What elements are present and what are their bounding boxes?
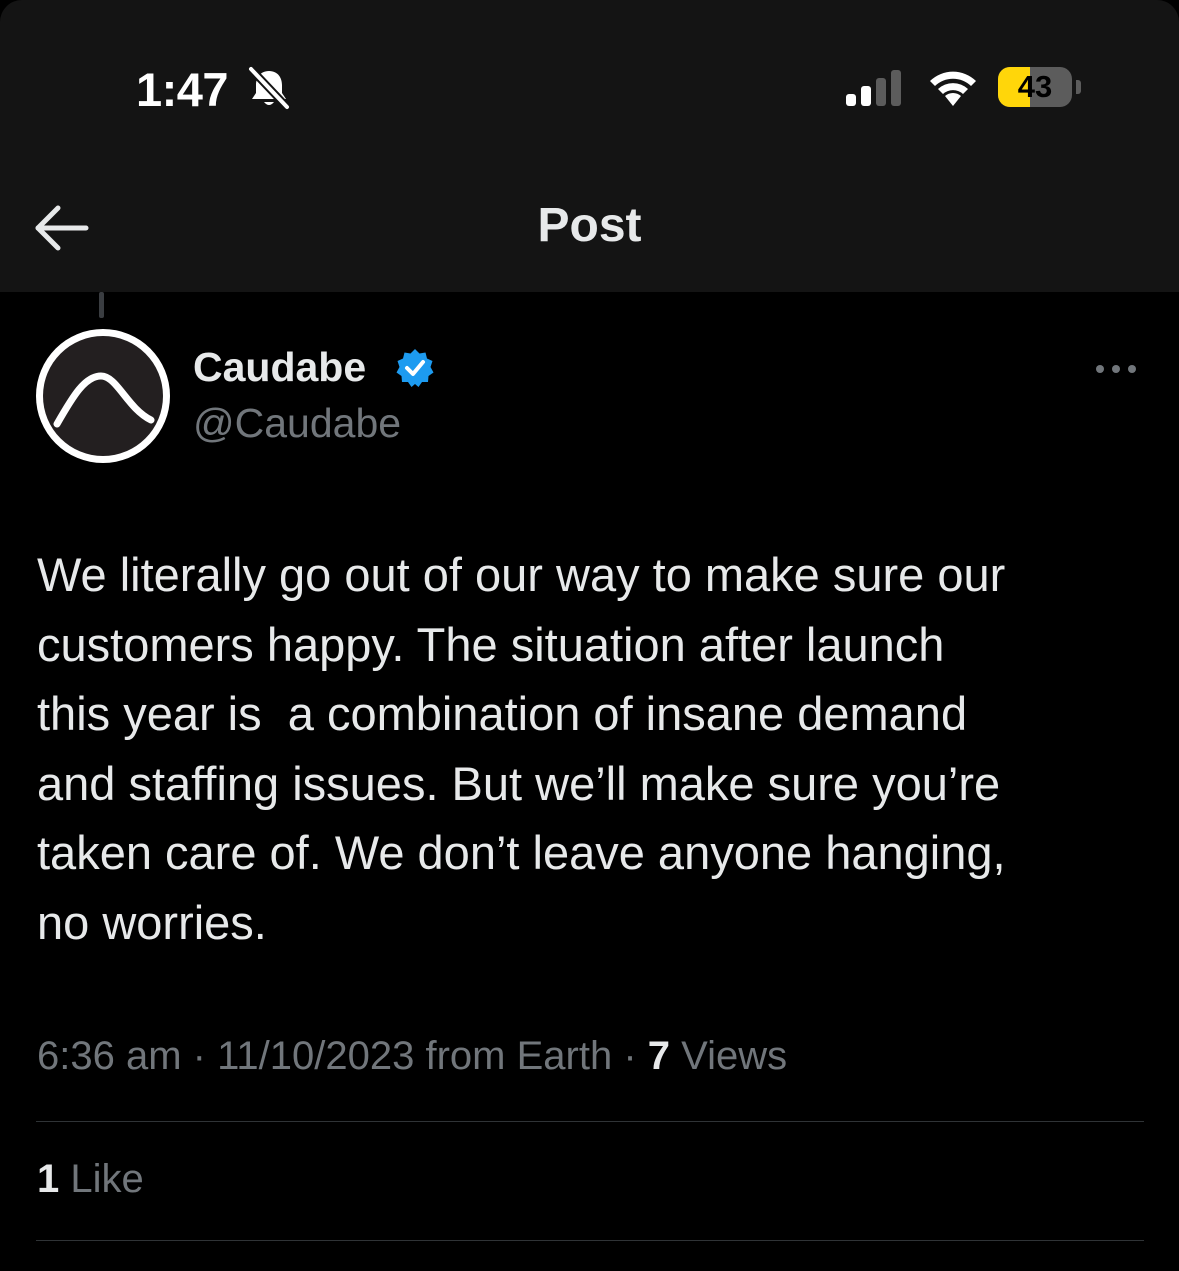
avatar[interactable]: [36, 329, 170, 463]
battery-icon: 43: [998, 67, 1081, 107]
likes-count[interactable]: 1: [37, 1157, 59, 1201]
divider: [36, 1121, 1144, 1122]
page-title: Post: [537, 199, 642, 252]
battery-level: 43: [1017, 69, 1053, 104]
meta-separator: ·: [192, 1034, 206, 1078]
post-text: We literally go out of our way to make s…: [37, 548, 1006, 949]
wifi-icon: [930, 71, 976, 106]
likes-label[interactable]: Like: [70, 1157, 143, 1201]
author-handle[interactable]: @Caudabe: [193, 400, 401, 447]
post-metadata: 6:36 am · 11/10/2023 from Earth · 7 View…: [37, 1034, 787, 1079]
views-label[interactable]: Views: [681, 1034, 787, 1078]
thread-connector: [99, 292, 104, 318]
views-count[interactable]: 7: [648, 1034, 670, 1078]
likes-stat[interactable]: 1 Like: [37, 1157, 144, 1202]
post-source: from Earth: [425, 1034, 613, 1078]
cellular-signal-icon: [846, 70, 901, 106]
bell-slash-icon: [247, 66, 291, 110]
post-time[interactable]: 6:36 am: [37, 1034, 182, 1078]
author-display-name[interactable]: Caudabe: [193, 344, 366, 391]
caudabe-logo-icon: [53, 372, 155, 428]
more-options-icon[interactable]: [1092, 356, 1140, 382]
post-date[interactable]: 11/10/2023: [217, 1034, 414, 1078]
meta-separator-2: ·: [623, 1034, 637, 1078]
status-time: 1:47: [136, 63, 229, 116]
verified-badge-icon[interactable]: [395, 348, 435, 388]
divider-bottom: [36, 1240, 1144, 1241]
top-bar: 1:47 43 Post: [0, 0, 1179, 292]
